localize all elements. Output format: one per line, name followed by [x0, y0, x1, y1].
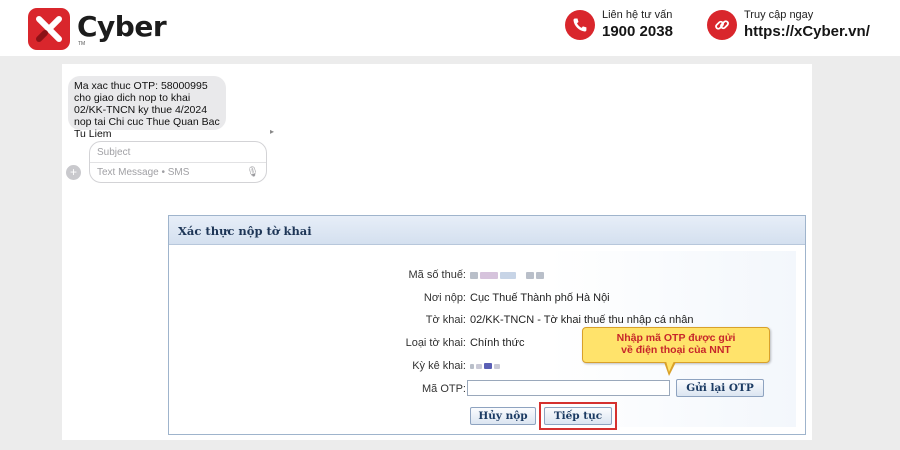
field-row-otp: Mã OTP: Gửi lại OTP — [178, 379, 796, 400]
submit-place-value: Cục Thuế Thành phố Hà Nội — [470, 292, 610, 304]
form-title: Xác thực nộp tờ khai — [178, 224, 312, 238]
brand-name: Cyber — [77, 10, 167, 43]
resend-otp-button[interactable]: Gửi lại OTP — [676, 379, 764, 397]
callout-line-1: Nhập mã OTP được gửi — [616, 332, 736, 344]
x-logo-icon — [36, 16, 62, 42]
submit-place-label: Nơi nộp: — [423, 292, 466, 304]
website-label: Truy cập ngay — [744, 9, 814, 21]
phone-icon — [565, 10, 595, 40]
scroll-marker-icon: ▸ — [270, 127, 275, 136]
declaration-type-value: Chính thức — [470, 337, 525, 349]
link-icon — [707, 10, 737, 40]
continue-button[interactable]: Tiếp tục — [544, 407, 612, 425]
form-header: Xác thực nộp tờ khai — [169, 216, 805, 245]
subject-placeholder[interactable]: Subject — [97, 147, 130, 158]
microphone-icon[interactable]: 🎙 — [246, 167, 259, 178]
otp-verification-form: Xác thực nộp tờ khai Mã số thuế: Nơi nộp… — [168, 215, 806, 435]
cancel-submit-button[interactable]: Hủy nộp — [470, 407, 536, 425]
callout-pointer-fill — [665, 361, 674, 372]
declaration-label: Tờ khai: — [425, 314, 466, 326]
brand-logo[interactable] — [28, 8, 70, 50]
hotline-number: 1900 2038 — [602, 23, 673, 40]
field-row-submit-place: Nơi nộp: Cục Thuế Thành phố Hà Nội — [178, 289, 796, 309]
otp-label: Mã OTP: — [421, 383, 466, 395]
declaration-type-label: Loại tờ khai: — [405, 337, 466, 349]
tax-code-label: Mã số thuế: — [408, 269, 466, 281]
field-row-tax-code: Mã số thuế: — [178, 266, 796, 286]
declaration-value: 02/KK-TNCN - Tờ khai thuế thu nhập cá nh… — [470, 314, 694, 326]
form-actions: Hủy nộp Tiếp tục — [178, 402, 796, 430]
callout-line-2: về điện thoại của NNT — [621, 344, 731, 356]
hotline-label: Liên hệ tư vấn — [602, 9, 673, 21]
sms-conversation: Ma xac thuc OTP: 58000995 cho giao dich … — [62, 64, 274, 192]
message-placeholder[interactable]: Text Message • SMS — [97, 167, 189, 178]
period-value-redacted — [470, 360, 502, 372]
site-header: Cyber TM Liên hệ tư vấn 1900 2038 Truy c… — [0, 0, 900, 56]
tax-code-value-redacted — [470, 269, 546, 281]
period-label: Kỳ kê khai: — [412, 360, 466, 372]
otp-input[interactable] — [467, 380, 670, 396]
website-url: https://xCyber.vn/ — [744, 23, 870, 40]
compose-divider — [90, 162, 266, 163]
add-attachment-icon[interactable]: + — [66, 165, 81, 180]
sms-compose-box[interactable]: Subject Text Message • SMS 🎙 — [89, 141, 267, 183]
otp-sms-bubble: Ma xac thuc OTP: 58000995 cho giao dich … — [68, 76, 226, 140]
brand-trademark: TM — [78, 41, 86, 47]
otp-instruction-callout: Nhập mã OTP được gửi về điện thoại của N… — [582, 327, 770, 363]
screenshot-panel: Ma xac thuc OTP: 58000995 cho giao dich … — [62, 64, 812, 440]
